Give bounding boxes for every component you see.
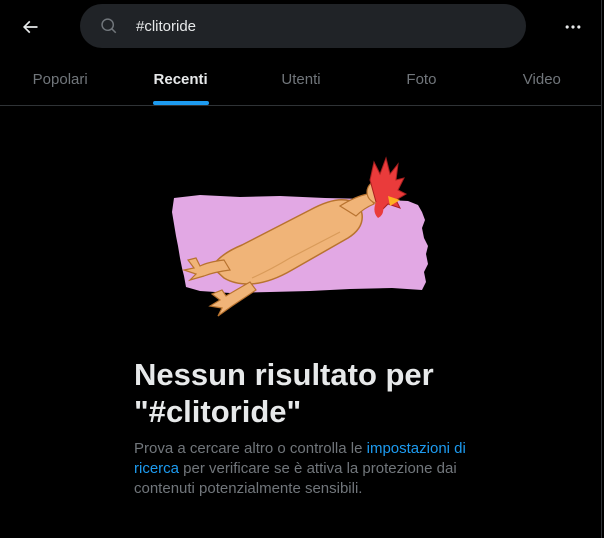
tab-video[interactable]: Video [482, 54, 602, 105]
search-results-page: Popolari Recenti Utenti Foto Video [0, 0, 602, 538]
tab-label: Popolari [32, 71, 88, 88]
tab-label: Utenti [281, 71, 321, 88]
tab-label: Recenti [153, 71, 208, 88]
tab-label: Foto [406, 71, 437, 88]
empty-state-title-line2: "#clitoride" [134, 394, 302, 429]
search-icon [101, 18, 117, 34]
tab-utenti[interactable]: Utenti [241, 54, 361, 105]
search-box[interactable] [80, 4, 526, 48]
more-options-button[interactable] [555, 9, 591, 45]
empty-state-description: Prova a cercare altro o controlla le imp… [134, 439, 474, 499]
tab-popolari[interactable]: Popolari [0, 54, 120, 105]
active-tab-indicator [152, 101, 209, 105]
arrow-left-icon [22, 20, 38, 34]
top-bar [0, 0, 602, 54]
description-text: Prova a cercare altro o controlla le [134, 440, 367, 457]
tab-recenti[interactable]: Recenti [120, 54, 240, 105]
empty-state-title-line1: Nessun risultato per [134, 357, 434, 392]
tab-foto[interactable]: Foto [361, 54, 481, 105]
search-tabs: Popolari Recenti Utenti Foto Video [0, 54, 602, 106]
search-input[interactable] [136, 4, 506, 48]
rubber-chicken-illustration [172, 156, 428, 317]
description-text-after: per verificare se è attiva la protezione… [134, 460, 457, 497]
more-horizontal-icon [565, 25, 581, 29]
empty-state-title: Nessun risultato per "#clitoride" [134, 356, 474, 430]
back-button[interactable] [12, 9, 48, 45]
tab-label: Video [522, 71, 561, 88]
